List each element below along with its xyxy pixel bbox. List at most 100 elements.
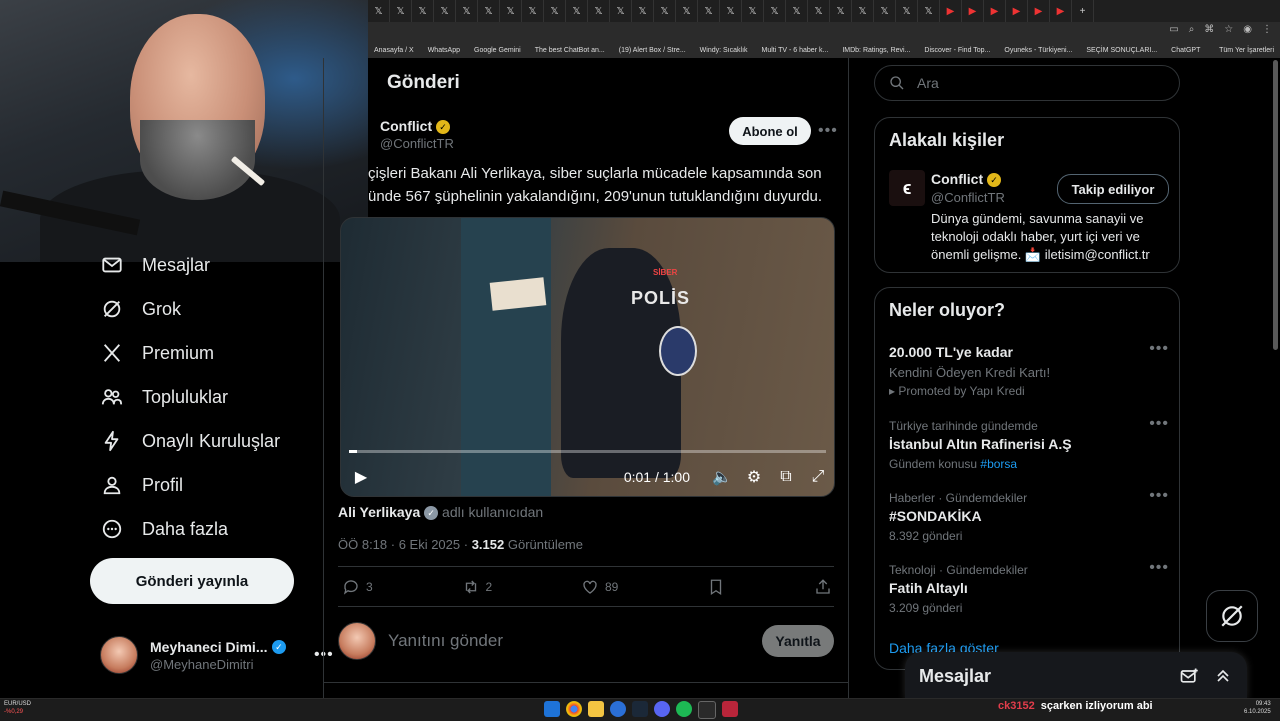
like-action[interactable]: 89 xyxy=(581,578,618,596)
nav-profile[interactable]: Profil xyxy=(100,469,183,501)
browser-tab[interactable]: 𝕏 xyxy=(500,0,522,22)
bookmark-action[interactable] xyxy=(707,578,725,596)
related-name[interactable]: Conflict ✓ xyxy=(931,171,1001,188)
browser-tab[interactable]: 𝕏 xyxy=(368,0,390,22)
promo-item[interactable]: 20.000 TL'ye kadar Kendini Ödeyen Kredi … xyxy=(889,340,1169,398)
bookmark-star-icon[interactable]: ☆ xyxy=(1224,24,1233,35)
bookmark-item[interactable]: Oyuneks - Türkiyeni... xyxy=(1004,47,1072,54)
trend-more-icon[interactable]: ••• xyxy=(1149,340,1169,358)
play-icon[interactable]: ▶ xyxy=(345,467,377,487)
youtube-tab-icon[interactable]: ▶ xyxy=(1006,0,1028,22)
trend-more-icon[interactable]: ••• xyxy=(1149,559,1169,577)
browser-tab[interactable]: 𝕏 xyxy=(676,0,698,22)
trend-item[interactable]: Haberler · Gündemdekiler #SONDAKİKA 8.39… xyxy=(889,487,1169,543)
cast-icon[interactable]: ▭ xyxy=(1169,24,1178,35)
browser-tab[interactable]: 𝕏 xyxy=(786,0,808,22)
nav-grok[interactable]: Grok xyxy=(100,293,181,325)
start-icon[interactable] xyxy=(544,701,560,717)
chrome-icon[interactable] xyxy=(566,701,582,717)
post-button[interactable]: Gönderi yayınla xyxy=(90,558,294,604)
bookmark-item[interactable]: Windy: Sıcaklık xyxy=(700,47,748,54)
post-more-icon[interactable]: ••• xyxy=(818,122,838,140)
nav-more[interactable]: Daha fazla xyxy=(100,513,228,545)
bookmark-item[interactable]: The best ChatBot an... xyxy=(535,47,605,54)
folder-icon[interactable] xyxy=(588,701,604,717)
video-progress-bar[interactable] xyxy=(349,450,826,453)
browser-tab[interactable]: 𝕏 xyxy=(588,0,610,22)
bookmark-item[interactable]: IMDb: Ratings, Revi... xyxy=(842,47,910,54)
via-name[interactable]: Ali Yerlikaya xyxy=(338,504,420,520)
currency-widget[interactable]: EUR/USD -%0,29 xyxy=(4,700,31,716)
browser-tab[interactable]: 𝕏 xyxy=(412,0,434,22)
new-message-icon[interactable] xyxy=(1179,666,1199,686)
youtube-tab-icon[interactable]: ▶ xyxy=(962,0,984,22)
browser-tab[interactable]: 𝕏 xyxy=(874,0,896,22)
nav-messages[interactable]: Mesajlar xyxy=(100,249,210,281)
browser-tab[interactable]: 𝕏 xyxy=(390,0,412,22)
address-bar[interactable]: ▭ ⌕ ⌘ ☆ ◉ ⋮ xyxy=(368,22,1280,42)
account-switcher[interactable]: Meyhaneci Dimi... ✓ @MeyhaneDimitri ••• xyxy=(100,636,334,674)
browser-tab[interactable]: 𝕏 xyxy=(852,0,874,22)
bookmark-item[interactable]: Multi TV - 6 haber k... xyxy=(762,47,829,54)
bookmark-item[interactable]: Discover - Find Top... xyxy=(924,47,990,54)
trend-item[interactable]: Türkiye tarihinde gündemde İstanbul Altı… xyxy=(889,415,1169,471)
bookmark-item[interactable]: Google Gemini xyxy=(474,47,521,54)
author-handle[interactable]: @ConflictTR xyxy=(380,136,454,151)
fullscreen-icon[interactable]: ⤢ xyxy=(802,468,834,486)
youtube-tab-icon[interactable]: ▶ xyxy=(940,0,962,22)
trend-more-icon[interactable]: ••• xyxy=(1149,487,1169,505)
zoom-icon[interactable]: ⌕ xyxy=(1189,24,1195,35)
nav-verified-orgs[interactable]: Onaylı Kuruluşlar xyxy=(100,425,280,457)
settings-icon[interactable]: ⚙ xyxy=(738,467,770,487)
browser-tab[interactable]: 𝕏 xyxy=(566,0,588,22)
app-icon[interactable] xyxy=(722,701,738,717)
new-tab-icon[interactable]: + xyxy=(1072,0,1094,22)
browser-tab[interactable]: 𝕏 xyxy=(808,0,830,22)
bookmark-item[interactable]: WhatsApp xyxy=(428,47,460,54)
browser-tab[interactable]: 𝕏 xyxy=(544,0,566,22)
scrollbar[interactable] xyxy=(1273,60,1278,350)
reply-input[interactable]: Yanıtını gönder xyxy=(388,631,750,651)
system-clock[interactable]: 09:43 6.10.2025 xyxy=(1244,700,1271,716)
video-player[interactable]: SİBER POLİS ▶ 0:01 / 1:00 🔈 ⚙ ⧉ ⤢ xyxy=(340,217,835,497)
browser-tab[interactable]: 𝕏 xyxy=(698,0,720,22)
trend-more-icon[interactable]: ••• xyxy=(1149,415,1169,433)
author-name[interactable]: Conflict ✓ xyxy=(380,118,450,135)
browser-tab[interactable]: 𝕏 xyxy=(632,0,654,22)
browser-tab[interactable]: 𝕏 xyxy=(654,0,676,22)
youtube-tab-icon[interactable]: ▶ xyxy=(1028,0,1050,22)
profile-icon[interactable]: ◉ xyxy=(1243,24,1252,35)
subscribe-button[interactable]: Abone ol xyxy=(729,117,811,145)
translate-icon[interactable]: ⌘ xyxy=(1204,24,1214,35)
browser-tab[interactable]: 𝕏 xyxy=(610,0,632,22)
volume-icon[interactable]: 🔈 xyxy=(706,467,738,487)
browser-tab[interactable]: 𝕏 xyxy=(522,0,544,22)
bookmark-item[interactable]: SEÇİM SONUÇLARI... xyxy=(1086,47,1157,54)
edge-icon[interactable] xyxy=(610,701,626,717)
messages-drawer[interactable]: Mesajlar xyxy=(905,652,1247,700)
browser-tab[interactable]: 𝕏 xyxy=(764,0,786,22)
grok-button[interactable] xyxy=(1206,590,1258,642)
youtube-tab-icon[interactable]: ▶ xyxy=(1050,0,1072,22)
nav-premium[interactable]: Premium xyxy=(100,337,214,369)
bookmark-item[interactable]: ChatGPT xyxy=(1171,47,1200,54)
nav-communities[interactable]: Topluluklar xyxy=(100,381,228,413)
reply-button[interactable]: Yanıtla xyxy=(762,625,834,657)
expand-up-icon[interactable] xyxy=(1213,666,1233,686)
browser-tab[interactable]: 𝕏 xyxy=(456,0,478,22)
trend-item[interactable]: Teknoloji · Gündemdekiler Fatih Altaylı … xyxy=(889,559,1169,615)
discord-icon[interactable] xyxy=(654,701,670,717)
share-action[interactable] xyxy=(814,578,832,596)
browser-tab[interactable]: 𝕏 xyxy=(918,0,940,22)
browser-tab[interactable]: 𝕏 xyxy=(478,0,500,22)
search-input[interactable]: Ara xyxy=(874,65,1180,101)
all-bookmarks[interactable]: Tüm Yer İşaretleri xyxy=(1219,47,1280,54)
browser-tab[interactable]: 𝕏 xyxy=(434,0,456,22)
youtube-tab-icon[interactable]: ▶ xyxy=(984,0,1006,22)
bookmark-item[interactable]: (19) Alert Box / Stre... xyxy=(619,47,686,54)
repost-action[interactable]: 2 xyxy=(462,578,492,596)
browser-tab[interactable]: 𝕏 xyxy=(896,0,918,22)
browser-tab[interactable]: 𝕏 xyxy=(720,0,742,22)
trend-tag[interactable]: #borsa xyxy=(980,457,1017,471)
bookmark-item[interactable]: Anasayfa / X xyxy=(374,47,414,54)
